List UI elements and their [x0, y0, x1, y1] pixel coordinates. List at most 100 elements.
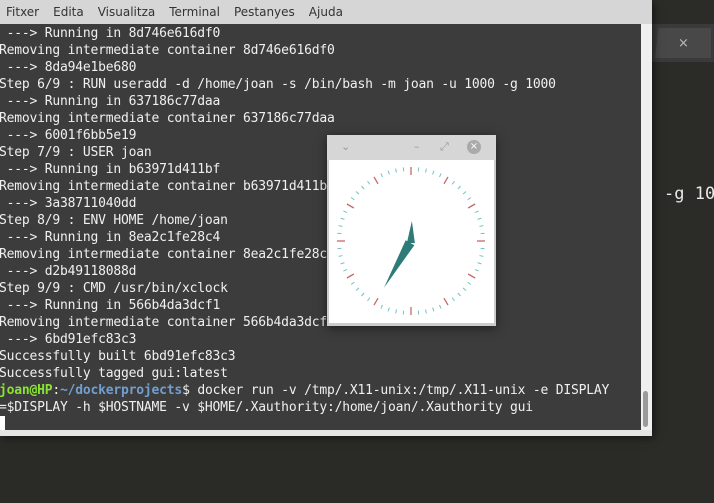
clock-dial	[337, 167, 485, 315]
menu-help[interactable]: Ajuda	[303, 0, 351, 24]
prompt-user: joan@HP	[0, 383, 53, 398]
window-border	[0, 430, 652, 436]
minute-tick	[474, 210, 479, 213]
terminal-line: ---> 6bd91efc83c3	[0, 332, 137, 347]
terminal-line: Successfully tagged gui:latest	[0, 366, 228, 381]
terminal-line: ---> 6001f6bb5e19	[0, 128, 137, 143]
terminal-line: ---> Running in 8d746e616df0	[0, 26, 221, 41]
terminal-line: Removing intermediate container 8ea2c1fe…	[0, 247, 335, 262]
prompt-sep: :	[52, 383, 61, 398]
minute-tick	[387, 307, 390, 312]
menu-tabs[interactable]: Pestanyes	[228, 0, 303, 24]
minute-tick	[387, 170, 390, 175]
minute-tick	[350, 281, 355, 285]
terminal-line: Successfully built 6bd91efc83c3	[0, 349, 236, 364]
menu-bar: Fitxer Edita Visualitza Terminal Pestany…	[0, 0, 652, 24]
terminal-line: Removing intermediate container b63971d4…	[0, 179, 335, 194]
minute-tick	[340, 217, 345, 220]
terminal-line: Removing intermediate container 566b4da3…	[0, 315, 335, 330]
minute-tick	[395, 309, 397, 314]
scrollbar-thumb[interactable]	[643, 391, 648, 427]
minute-tick	[340, 262, 345, 265]
command-continuation: =$DISPLAY -h $HOSTNAME -v $HOME/.Xauthor…	[0, 400, 533, 415]
clock-titlebar[interactable]: ⌄ – ⤢ ×	[327, 135, 496, 160]
minute-hand	[384, 240, 415, 288]
terminal-line: ---> Running in 8ea2c1fe28c4	[0, 230, 221, 245]
minute-tick	[343, 210, 348, 213]
minute-tick	[367, 297, 371, 302]
minute-tick	[425, 168, 427, 173]
hour-tick	[346, 273, 355, 279]
minute-tick	[361, 292, 365, 297]
minute-tick	[355, 287, 360, 291]
minute-tick	[457, 292, 461, 297]
minute-tick	[439, 173, 442, 178]
text-cursor	[0, 416, 5, 431]
scrollbar-track[interactable]	[641, 24, 652, 436]
minute-tick	[451, 180, 455, 185]
terminal-window[interactable]: Fitxer Edita Visualitza Terminal Pestany…	[0, 0, 652, 436]
hour-tick	[373, 176, 379, 185]
minute-tick	[343, 269, 348, 272]
minute-tick	[380, 304, 383, 309]
minute-tick	[355, 191, 360, 195]
terminal-line: ---> Running in 637186c77daa	[0, 94, 221, 109]
minute-tick	[361, 185, 365, 190]
menu-terminal[interactable]: Terminal	[163, 0, 228, 24]
close-icon[interactable]: ×	[467, 140, 481, 154]
prompt-path: ~/dockerprojects	[60, 383, 183, 398]
minute-tick	[338, 255, 343, 257]
minute-tick	[451, 297, 455, 302]
minute-tick	[432, 170, 435, 175]
terminal-line: Step 7/9 : USER joan	[0, 145, 152, 160]
terminal-line: Step 6/9 : RUN useradd -d /home/joan -s …	[0, 77, 556, 92]
minute-tick	[457, 185, 461, 190]
minute-tick	[477, 262, 482, 265]
minute-tick	[474, 269, 479, 272]
tab-close-icon[interactable]: ×	[678, 36, 689, 51]
minute-tick	[380, 173, 383, 178]
maximize-icon[interactable]: ⤢	[440, 140, 449, 154]
prompt-dollar: $	[182, 383, 190, 398]
hour-hand	[406, 221, 415, 244]
minute-tick	[479, 255, 484, 257]
desktop-area	[0, 436, 640, 503]
menu-view[interactable]: Visualitza	[92, 0, 164, 24]
minimize-icon[interactable]: –	[414, 140, 420, 153]
minute-tick	[395, 168, 397, 173]
minute-tick	[432, 307, 435, 312]
minute-tick	[462, 287, 467, 291]
terminal-line: Removing intermediate container 8d746e61…	[0, 43, 335, 58]
minute-tick	[367, 180, 371, 185]
hour-tick	[373, 297, 379, 306]
minute-tick	[467, 197, 472, 201]
terminal-output[interactable]: ---> Running in 8d746e616df0 Removing int…	[0, 25, 639, 433]
terminal-line: ---> 3a38711040dd	[0, 196, 137, 211]
minute-tick	[350, 197, 355, 201]
window-menu-icon[interactable]: ⌄	[341, 140, 350, 153]
xclock-window[interactable]: ⌄ – ⤢ ×	[327, 135, 496, 326]
clock-face	[329, 160, 494, 323]
terminal-line: ---> d2b49118088d	[0, 264, 137, 279]
prompt-line: joan@HP:~/dockerprojects$ docker run -v …	[0, 382, 639, 399]
terminal-line: Step 8/9 : ENV HOME /home/joan	[0, 213, 228, 228]
minute-tick	[425, 309, 427, 314]
terminal-line: ---> Running in 566b4da3dcf1	[0, 298, 221, 313]
terminal-line: Removing intermediate container 637186c7…	[0, 111, 335, 126]
minute-tick	[467, 281, 472, 285]
background-terminal-text: -g 10	[664, 184, 714, 204]
minute-tick	[439, 304, 442, 309]
hour-tick	[467, 273, 476, 279]
menu-edit[interactable]: Edita	[47, 0, 92, 24]
hour-tick	[443, 176, 449, 185]
hour-tick	[443, 297, 449, 306]
terminal-line: ---> 8da94e1be680	[0, 60, 137, 75]
hour-tick	[346, 203, 355, 209]
menu-file[interactable]: Fitxer	[0, 0, 47, 24]
minute-tick	[479, 225, 484, 227]
minute-tick	[477, 217, 482, 220]
terminal-line: Step 9/9 : CMD /usr/bin/xclock	[0, 281, 228, 296]
minute-tick	[462, 191, 467, 195]
minute-tick	[338, 225, 343, 227]
hour-tick	[467, 203, 476, 209]
